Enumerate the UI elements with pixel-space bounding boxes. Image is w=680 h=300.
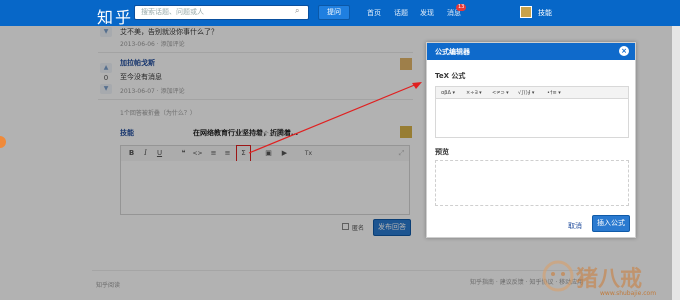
dialog-title: 公式编辑器: [435, 48, 470, 56]
misc-symbols-dropdown[interactable]: •†≡ ▾: [547, 89, 561, 97]
tex-input[interactable]: [435, 99, 629, 138]
insert-formula-button[interactable]: 插入公式: [592, 215, 630, 232]
watermark-text: 猪八戒: [576, 266, 642, 292]
cancel-button[interactable]: 取消: [568, 221, 582, 231]
function-symbols-dropdown[interactable]: √∫()∮ ▾: [518, 89, 534, 97]
watermark-site: www.shubajie.com: [600, 290, 657, 297]
symbol-toolbar: αβΔ ▾ ×÷∃ ▾ <≠⊃ ▾ √∫()∮ ▾ •†≡ ▾: [435, 86, 629, 99]
operator-symbols-dropdown[interactable]: ×÷∃ ▾: [466, 89, 482, 97]
formula-editor-dialog: 公式编辑器 × TeX 公式 αβΔ ▾ ×÷∃ ▾ <≠⊃ ▾ √∫()∮ ▾…: [426, 42, 636, 238]
relation-symbols-dropdown[interactable]: <≠⊃ ▾: [492, 89, 509, 97]
close-icon[interactable]: ×: [619, 46, 629, 56]
preview-label: 预览: [435, 148, 449, 156]
greek-symbols-dropdown[interactable]: αβΔ ▾: [441, 89, 455, 97]
tex-label: TeX 公式: [435, 72, 466, 80]
preview-area: [435, 160, 629, 206]
